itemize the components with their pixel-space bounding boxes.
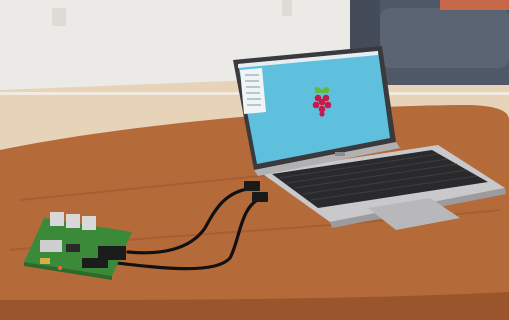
photo xyxy=(0,0,509,320)
usb-connector xyxy=(244,181,260,191)
photo-scene xyxy=(0,0,509,320)
wall-outlet xyxy=(282,0,292,16)
laptop-webcam xyxy=(335,152,345,156)
hdmi-connector xyxy=(252,192,268,202)
wall-outlet xyxy=(52,8,66,26)
